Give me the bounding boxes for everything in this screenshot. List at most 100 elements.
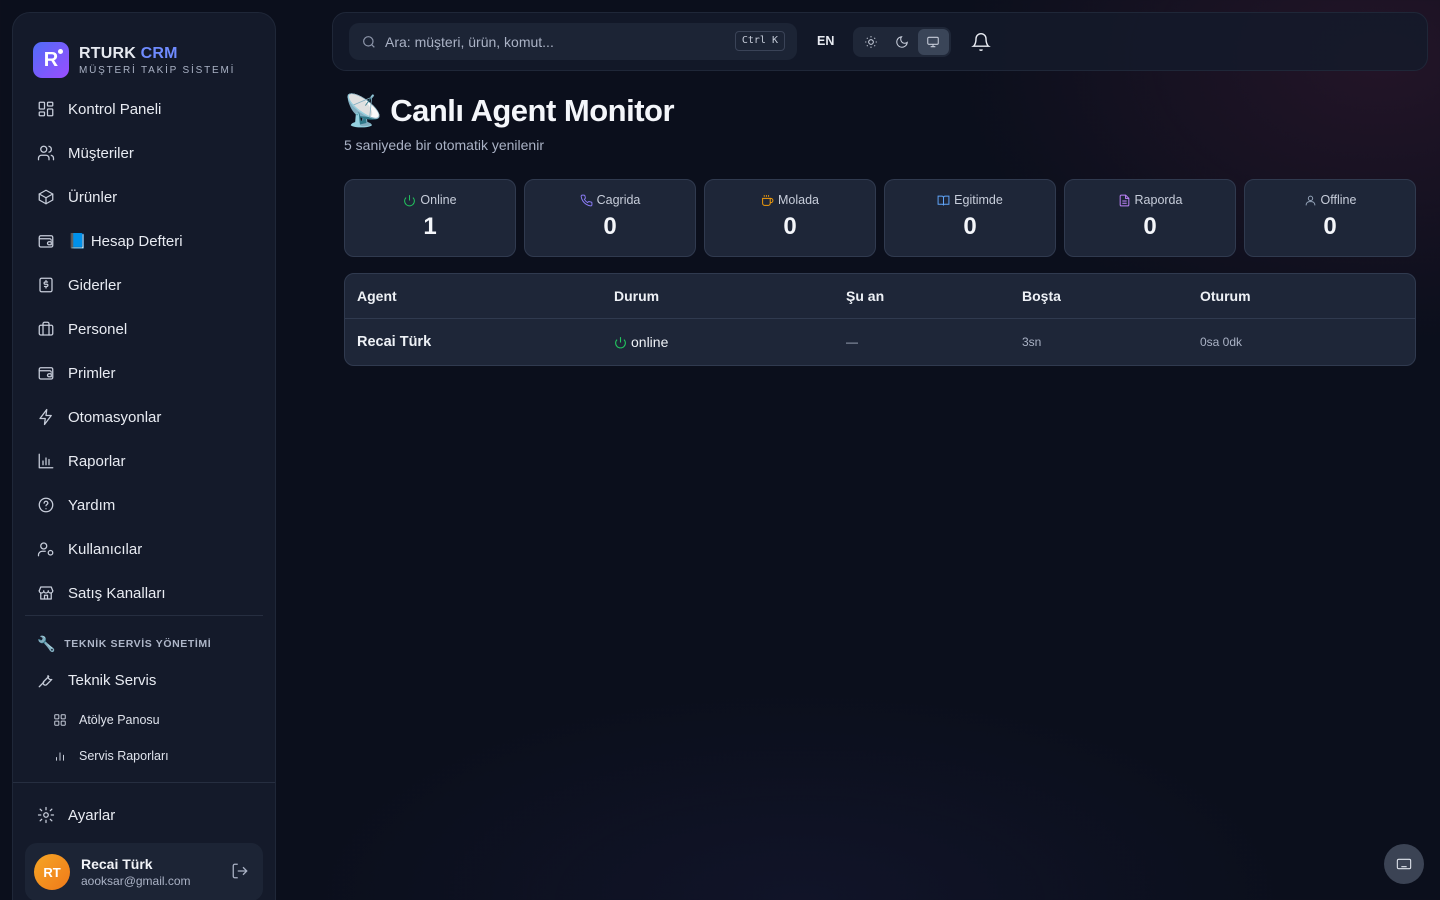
- sidebar-item-technical-service[interactable]: Teknik Servis: [13, 658, 275, 702]
- bar-chart-icon: [56, 752, 64, 761]
- notification-bell-icon[interactable]: [971, 32, 991, 52]
- stat-label: Raporda: [1134, 193, 1183, 207]
- zap-icon: [39, 408, 52, 426]
- sidebar-item-staff[interactable]: Personel: [13, 307, 275, 351]
- stat-value: 0: [1323, 213, 1337, 240]
- logout-icon[interactable]: [231, 862, 249, 880]
- monitor-icon: [927, 36, 940, 48]
- sun-icon: [864, 36, 877, 48]
- sidebar-item-dashboard[interactable]: Kontrol Paneli: [13, 87, 275, 131]
- cell-current: —: [846, 335, 858, 349]
- gear-icon: [37, 806, 55, 824]
- table-row[interactable]: Recai Türk online — 3sn 0sa 0dk: [345, 319, 1415, 365]
- theme-light-button[interactable]: [855, 29, 886, 55]
- sidebar-item-label: Otomasyonlar: [68, 408, 162, 426]
- sidebar-item-bonuses[interactable]: Primler: [13, 351, 275, 395]
- stat-label: Online: [420, 193, 457, 207]
- sidebar-item-customers[interactable]: Müşteriler: [13, 131, 275, 175]
- sidebar-item-help[interactable]: Yardım: [13, 483, 275, 527]
- sidebar-subitem-workshop-board[interactable]: Atölye Panosu: [13, 702, 275, 738]
- package-icon: [38, 189, 54, 205]
- sidebar-item-ledger[interactable]: 📘 Hesap Defteri: [13, 219, 275, 263]
- column-header-session[interactable]: Oturum: [1200, 288, 1400, 304]
- brand-logo: R: [33, 42, 69, 78]
- sidebar-item-label: Yardım: [68, 496, 116, 514]
- column-header-agent[interactable]: Agent: [345, 288, 614, 304]
- sidebar-divider: [13, 782, 275, 783]
- sidebar-item-label: Kontrol Paneli: [68, 100, 162, 118]
- table-header: Agent Durum Şu an Boşta Oturum: [345, 274, 1415, 319]
- page-title: 📡 Canlı Agent Monitor: [344, 93, 675, 128]
- grid-icon: [54, 714, 66, 726]
- stat-value: 0: [1143, 213, 1157, 240]
- moon-icon: [896, 36, 908, 48]
- coffee-icon: [762, 194, 774, 206]
- keyboard-shortcuts-button[interactable]: [1384, 844, 1424, 884]
- sidebar-item-label: Teknik Servis: [68, 671, 157, 689]
- user-cog-icon: [37, 542, 54, 557]
- user-card[interactable]: RT Recai Türk aooksar@gmail.com: [25, 843, 263, 900]
- sidebar-item-label: 📘 Hesap Defteri: [68, 233, 183, 250]
- sidebar-item-users[interactable]: Kullanıcılar: [13, 527, 275, 571]
- sidebar-item-label: Satış Kanalları: [68, 584, 166, 602]
- stat-card-on-break: Molada 0: [704, 179, 876, 257]
- column-header-status[interactable]: Durum: [614, 288, 846, 304]
- sidebar: R RTURK CRM MÜŞTERİ TAKİP SİSTEMİ Kontro…: [12, 12, 276, 900]
- power-icon: [404, 194, 416, 206]
- stat-value: 0: [603, 213, 617, 240]
- theme-switcher: [853, 27, 951, 57]
- cell-idle: 3sn: [1022, 335, 1042, 349]
- sidebar-subitem-service-reports[interactable]: Servis Raporları: [13, 738, 275, 774]
- stat-card-reporting: Raporda 0: [1064, 179, 1236, 257]
- theme-dark-button[interactable]: [886, 29, 917, 55]
- user-email: aooksar@gmail.com: [81, 874, 191, 888]
- stat-card-in-training: Egitimde 0: [884, 179, 1056, 257]
- agent-table: Agent Durum Şu an Boşta Oturum Recai Tür…: [344, 273, 1416, 366]
- wrench-icon: [38, 675, 53, 688]
- sidebar-item-reports[interactable]: Raporlar: [13, 439, 275, 483]
- search-icon: [363, 35, 375, 48]
- search-input[interactable]: Ara: müşteri, ürün, komut... Ctrl K: [349, 23, 797, 60]
- brand[interactable]: R RTURK CRM MÜŞTERİ TAKİP SİSTEMİ: [13, 13, 275, 87]
- wrench-icon: 🔧: [37, 636, 57, 653]
- sidebar-item-automations[interactable]: Otomasyonlar: [13, 395, 275, 439]
- page-subtitle: 5 saniyede bir otomatik yenilenir: [344, 137, 544, 153]
- search-placeholder: Ara: müşteri, ürün, komut...: [385, 33, 554, 50]
- stat-value: 1: [423, 213, 437, 240]
- language-toggle[interactable]: EN: [817, 34, 834, 48]
- sidebar-item-label: Raporlar: [68, 452, 126, 470]
- section-title: TEKNİK SERVİS YÖNETİMİ: [64, 638, 212, 650]
- sidebar-item-label: Müşteriler: [68, 144, 134, 162]
- user-icon: [1305, 195, 1315, 205]
- sidebar-item-label: Personel: [68, 320, 128, 338]
- brand-logo-letter: R: [43, 48, 59, 71]
- sidebar-item-products[interactable]: Ürünler: [13, 175, 275, 219]
- column-header-idle[interactable]: Boşta: [1022, 288, 1200, 304]
- sidebar-item-sales-channels[interactable]: Satış Kanalları: [13, 571, 275, 615]
- stat-card-offline: Offline 0: [1244, 179, 1416, 257]
- sidebar-item-settings[interactable]: Ayarlar: [13, 793, 275, 837]
- dashboard-icon: [38, 101, 54, 117]
- sidebar-subitem-label: Servis Raporları: [79, 749, 169, 763]
- brand-name-main: RTURK: [79, 44, 136, 62]
- stat-card-on-call: Cagrida 0: [524, 179, 696, 257]
- theme-system-button[interactable]: [917, 29, 949, 55]
- stat-label: Cagrida: [596, 193, 641, 207]
- stat-label: Offline: [1320, 193, 1357, 207]
- bar-chart-icon: [38, 453, 54, 469]
- brand-name: RTURK CRM: [79, 45, 235, 63]
- brand-name-accent: CRM: [140, 44, 178, 62]
- stat-value: 0: [963, 213, 977, 240]
- briefcase-icon: [38, 321, 54, 336]
- status-text: online: [631, 334, 669, 350]
- stat-card-online: Online 1: [344, 179, 516, 257]
- sidebar-item-expenses[interactable]: Giderler: [13, 263, 275, 307]
- column-header-current[interactable]: Şu an: [846, 288, 1022, 304]
- cell-session: 0sa 0dk: [1200, 335, 1243, 349]
- avatar: RT: [34, 854, 70, 890]
- user-name: Recai Türk: [81, 856, 153, 872]
- sidebar-item-label: Kullanıcılar: [68, 540, 143, 558]
- wallet-icon: [38, 235, 54, 248]
- sidebar-item-label: Giderler: [68, 276, 122, 294]
- keyboard-icon: [1396, 858, 1412, 870]
